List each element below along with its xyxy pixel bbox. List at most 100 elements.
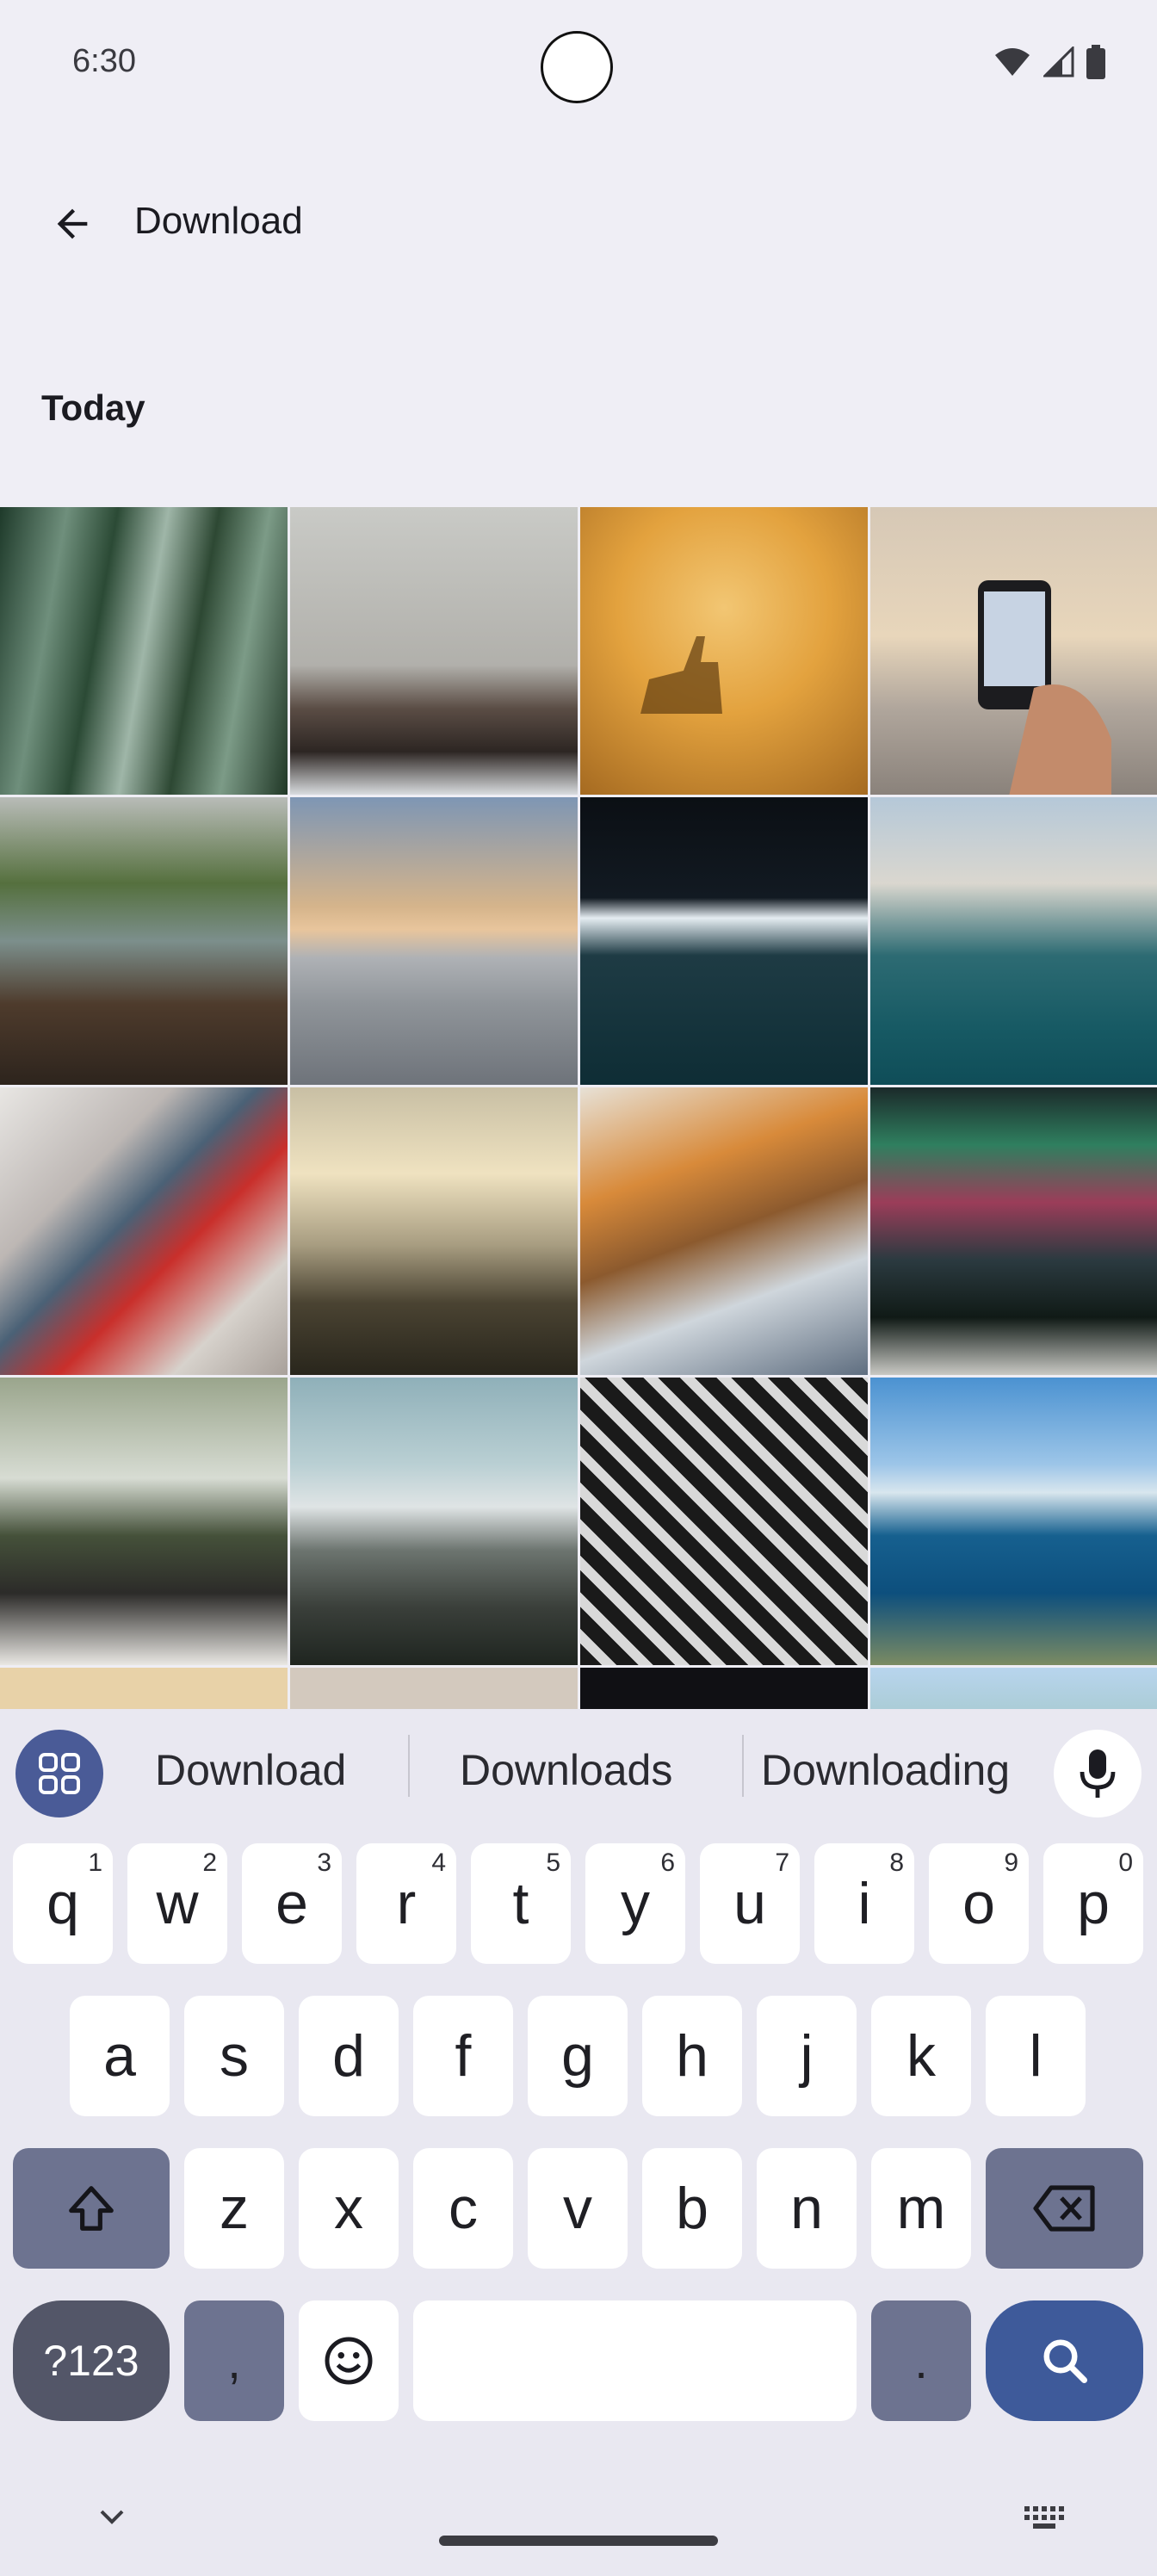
key-number-hint: 8 <box>889 1848 904 1877</box>
key-number-hint: 9 <box>1004 1848 1018 1877</box>
key-d[interactable]: d <box>299 1996 399 2116</box>
emoji-icon <box>325 2337 373 2385</box>
page-title: Download <box>134 200 303 242</box>
deer-silhouette <box>640 636 722 714</box>
grid-apps-icon <box>39 1753 80 1794</box>
status-time: 6:30 <box>72 43 136 79</box>
photo-tile[interactable] <box>580 1378 868 1665</box>
key-number-hint: 1 <box>88 1848 102 1877</box>
photo-tile[interactable] <box>0 1087 288 1375</box>
key-label: p <box>1077 1871 1110 1936</box>
photo-tile[interactable] <box>580 1087 868 1375</box>
photo-tile[interactable] <box>0 1668 288 1709</box>
key-t[interactable]: t5 <box>471 1843 571 1964</box>
keyboard-icon <box>1024 2506 1064 2529</box>
suggestion-divider <box>408 1735 410 1797</box>
key-number-hint: 6 <box>660 1848 675 1877</box>
photo-tile[interactable] <box>290 1378 578 1665</box>
photo-tile[interactable] <box>870 1087 1157 1375</box>
suggestion-divider <box>742 1735 744 1797</box>
key-label: y <box>621 1871 650 1936</box>
key-z[interactable]: z <box>184 2148 284 2269</box>
key-g[interactable]: g <box>528 1996 628 2116</box>
camera-cutout <box>541 31 613 103</box>
comma-key[interactable]: , <box>184 2300 284 2421</box>
photo-tile[interactable] <box>290 797 578 1085</box>
backspace-key[interactable] <box>986 2148 1143 2269</box>
key-label: r <box>396 1871 417 1936</box>
photo-tile[interactable] <box>580 1668 868 1709</box>
hide-keyboard-button[interactable] <box>91 2499 133 2534</box>
key-number-hint: 5 <box>546 1848 560 1877</box>
key-p[interactable]: p0 <box>1043 1843 1143 1964</box>
key-m[interactable]: m <box>871 2148 971 2269</box>
search-key[interactable] <box>986 2300 1143 2421</box>
key-label: t <box>512 1871 529 1936</box>
key-number-hint: 4 <box>431 1848 446 1877</box>
key-l[interactable]: l <box>986 1996 1086 2116</box>
signal-icon <box>1043 46 1074 77</box>
key-c[interactable]: c <box>413 2148 513 2269</box>
key-i[interactable]: i8 <box>814 1843 914 1964</box>
key-b[interactable]: b <box>642 2148 742 2269</box>
key-r[interactable]: r4 <box>356 1843 456 1964</box>
photo-tile[interactable] <box>580 507 868 795</box>
suggestion-3[interactable]: Downloading <box>761 1745 1010 1795</box>
switch-keyboard-button[interactable] <box>1021 2503 1069 2534</box>
photo-grid <box>0 507 1157 1709</box>
space-key[interactable] <box>413 2300 857 2421</box>
key-y[interactable]: y6 <box>585 1843 685 1964</box>
battery-icon <box>1086 45 1105 79</box>
key-number-hint: 2 <box>202 1848 217 1877</box>
key-label: o <box>962 1871 995 1936</box>
shift-icon <box>69 2186 114 2231</box>
photo-tile[interactable] <box>290 1668 578 1709</box>
photo-tile[interactable] <box>870 797 1157 1085</box>
shift-key[interactable] <box>13 2148 170 2269</box>
photo-tile[interactable] <box>290 1087 578 1375</box>
key-e[interactable]: e3 <box>242 1843 342 1964</box>
key-number-hint: 7 <box>775 1848 789 1877</box>
keyboard-apps-button[interactable] <box>15 1730 103 1817</box>
key-k[interactable]: k <box>871 1996 971 2116</box>
back-button[interactable] <box>38 189 107 258</box>
keyboard: Download Downloads Downloading q1 w2 e3 … <box>0 1709 1157 2576</box>
photo-tile[interactable] <box>0 1378 288 1665</box>
key-number-hint: 3 <box>317 1848 331 1877</box>
photo-tile[interactable] <box>290 507 578 795</box>
key-number-hint: 0 <box>1118 1848 1133 1877</box>
key-a[interactable]: a <box>70 1996 170 2116</box>
key-x[interactable]: x <box>299 2148 399 2269</box>
photo-tile[interactable] <box>580 797 868 1085</box>
mic-icon <box>1080 1749 1116 1798</box>
emoji-key[interactable] <box>299 2300 399 2421</box>
key-f[interactable]: f <box>413 1996 513 2116</box>
photo-tile[interactable] <box>870 1378 1157 1665</box>
key-o[interactable]: o9 <box>929 1843 1029 1964</box>
chevron-down-icon <box>100 2510 124 2524</box>
photo-tile[interactable] <box>0 797 288 1085</box>
photo-tile[interactable] <box>0 507 288 795</box>
key-v[interactable]: v <box>528 2148 628 2269</box>
search-icon <box>1043 2339 1087 2383</box>
photo-tile[interactable] <box>870 507 1157 795</box>
suggestion-2[interactable]: Downloads <box>460 1745 672 1795</box>
backspace-icon <box>1032 2185 1095 2232</box>
navigation-handle[interactable] <box>439 2536 718 2546</box>
voice-input-button[interactable] <box>1054 1730 1142 1817</box>
key-h[interactable]: h <box>642 1996 742 2116</box>
key-s[interactable]: s <box>184 1996 284 2116</box>
key-label: i <box>857 1871 871 1936</box>
key-j[interactable]: j <box>757 1996 857 2116</box>
suggestion-1[interactable]: Download <box>155 1745 346 1795</box>
photo-tile[interactable] <box>870 1668 1157 1709</box>
section-header-today: Today <box>41 387 145 428</box>
symbols-key[interactable]: ?123 <box>13 2300 170 2421</box>
wifi-icon <box>995 48 1030 76</box>
key-label: q <box>46 1871 79 1936</box>
key-q[interactable]: q1 <box>13 1843 113 1964</box>
period-key[interactable]: . <box>871 2300 971 2421</box>
key-u[interactable]: u7 <box>700 1843 800 1964</box>
key-n[interactable]: n <box>757 2148 857 2269</box>
key-w[interactable]: w2 <box>127 1843 227 1964</box>
